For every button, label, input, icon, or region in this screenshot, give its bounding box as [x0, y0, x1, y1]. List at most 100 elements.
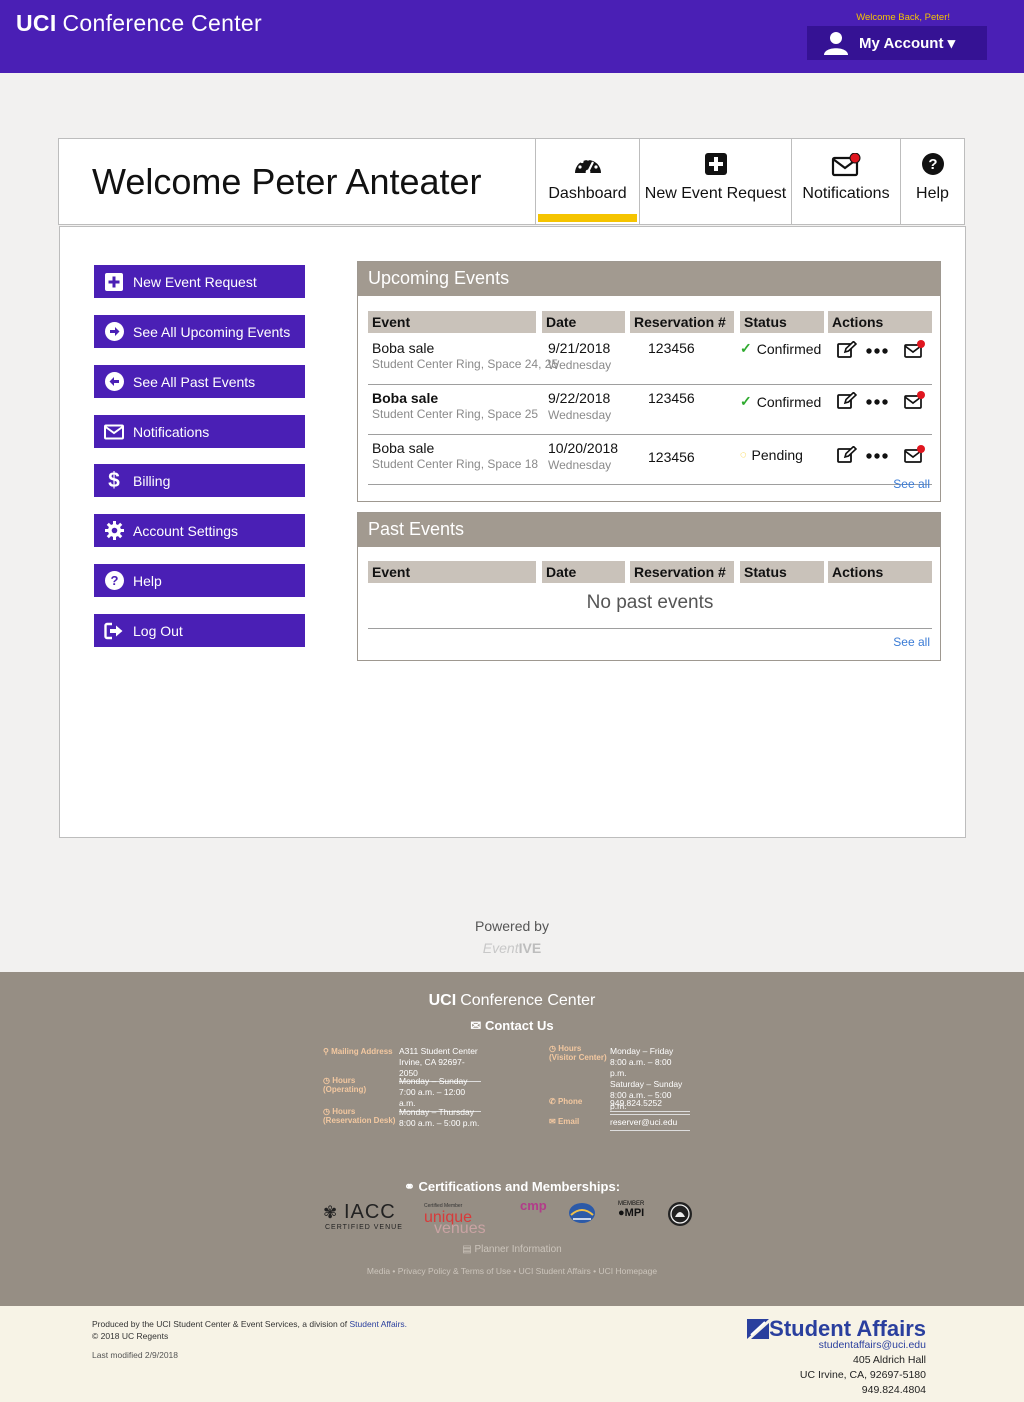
- table-row[interactable]: Boba sale Student Center Ring, Space 18 …: [368, 435, 932, 485]
- reservation-number: 123456: [648, 390, 695, 406]
- tab-dashboard[interactable]: Dashboard: [535, 139, 639, 224]
- column-header-event: Event: [368, 561, 536, 583]
- hours-operating-label: ◷ Hours (Operating): [323, 1076, 366, 1094]
- mailing-address-label: ⚲ Mailing Address: [323, 1047, 393, 1056]
- table-row[interactable]: Boba sale Student Center Ring, Space 24,…: [368, 335, 932, 385]
- more-options-icon[interactable]: [866, 348, 888, 354]
- eventive-logo[interactable]: EventIVE: [0, 940, 1024, 956]
- hours-line: 7:00 a.m. – 12:00 a.m.: [399, 1087, 466, 1108]
- page-title: Welcome Peter Anteater: [92, 161, 482, 202]
- message-notification-icon[interactable]: [904, 340, 926, 358]
- sidebar-item-see-past[interactable]: See All Past Events: [94, 365, 305, 398]
- tab-new-event-label: New Event Request: [644, 185, 787, 202]
- iacc-logo[interactable]: ✾ IACC CERTIFIED VENUE: [323, 1201, 403, 1231]
- venues-text: venues: [434, 1220, 486, 1237]
- sidebar-item-log-out[interactable]: Log Out: [94, 614, 305, 647]
- hours-line: 8:00 a.m. – 8:00 p.m.: [610, 1057, 672, 1078]
- column-header-reservation: Reservation #: [630, 561, 734, 583]
- edit-icon[interactable]: [837, 392, 857, 410]
- status-text: Confirmed: [756, 340, 822, 357]
- mpi-globe-icon: ●: [618, 1207, 625, 1219]
- phone-label: ✆ Phone: [549, 1097, 582, 1106]
- edit-icon[interactable]: [837, 446, 857, 464]
- usgbc-seal-logo[interactable]: [667, 1201, 693, 1230]
- student-affairs-email[interactable]: studentaffairs@uci.edu: [800, 1338, 926, 1353]
- column-header-actions: Actions: [828, 311, 932, 333]
- sidebar-item-label: Notifications: [133, 423, 210, 440]
- hours-line: Monday – Thursday: [399, 1107, 474, 1117]
- event-date: 9/22/2018: [548, 390, 611, 406]
- email-label-text: Email: [557, 1117, 580, 1126]
- sidebar-item-help[interactable]: ? Help: [94, 564, 305, 597]
- arrow-right-circle-icon: [104, 322, 124, 342]
- contact-us-label: Contact Us: [484, 1018, 554, 1033]
- phone-icon: ✆: [549, 1097, 558, 1106]
- clock-icon: ◷: [323, 1107, 333, 1116]
- sidebar-item-account-settings[interactable]: Account Settings: [94, 514, 305, 547]
- upcoming-see-all-link[interactable]: See all: [893, 477, 930, 491]
- hours-line: Monday – Sunday: [399, 1076, 468, 1086]
- sidebar-item-billing[interactable]: $ Billing: [94, 464, 305, 497]
- brand-logo[interactable]: UCI Conference Center: [16, 10, 262, 37]
- sidebar-item-new-event-request[interactable]: New Event Request: [94, 265, 305, 298]
- tab-help[interactable]: ? Help: [900, 139, 964, 224]
- phone-value[interactable]: 949.824.5252: [610, 1098, 690, 1112]
- dashboard-panel: New Event Request See All Upcoming Event…: [59, 226, 966, 838]
- book-icon: ▤: [462, 1244, 475, 1255]
- welcome-back-text: Welcome Back, Peter!: [856, 12, 950, 23]
- top-header: UCI Conference Center Welcome Back, Peter…: [0, 0, 1024, 73]
- more-options-icon[interactable]: [866, 453, 888, 459]
- planner-information-label: Planner Information: [474, 1244, 562, 1255]
- student-affairs-contact: studentaffairs@uci.edu 405 Aldrich Hall …: [800, 1338, 926, 1398]
- footer-links[interactable]: Media • Privacy Policy & Terms of Use • …: [0, 1266, 1024, 1276]
- more-options-icon[interactable]: [866, 399, 888, 405]
- table-row[interactable]: Boba sale Student Center Ring, Space 25 …: [368, 385, 932, 435]
- iacc-subtext: CERTIFIED VENUE: [325, 1224, 403, 1231]
- table-header-row: Event Date Reservation # Status Actions: [368, 311, 932, 333]
- plus-square-icon: [704, 153, 727, 175]
- sidebar-item-label: New Event Request: [133, 273, 257, 290]
- question-circle-icon: ?: [921, 153, 944, 175]
- envelope-icon: [104, 422, 124, 442]
- handshake-icon: ⚭: [403, 1179, 419, 1194]
- unique-venues-logo[interactable]: Certified Member unique venues: [424, 1201, 486, 1237]
- phone-label-text: Phone: [557, 1097, 583, 1106]
- certifications-label: Certifications and Memberships:: [418, 1179, 621, 1194]
- envelope-icon: ✉: [549, 1117, 558, 1126]
- past-events-table: Event Date Reservation # Status Actions …: [368, 561, 932, 629]
- reservation-number: 123456: [648, 449, 695, 465]
- arrow-left-circle-icon: [104, 372, 124, 392]
- message-notification-icon[interactable]: [904, 391, 926, 409]
- student-affairs-link[interactable]: Student Affairs.: [350, 1319, 408, 1329]
- tab-notifications[interactable]: Notifications: [791, 139, 900, 224]
- hours-reservation-label: ◷ Hours (Reservation Desk): [323, 1107, 395, 1125]
- sidebar-item-see-upcoming[interactable]: See All Upcoming Events: [94, 315, 305, 348]
- event-location: Student Center Ring, Space 24, 25: [372, 357, 559, 371]
- planner-information-link[interactable]: ▤ Planner Information: [0, 1244, 1024, 1255]
- tab-new-event-request[interactable]: New Event Request: [639, 139, 791, 224]
- hours-label-sub: (Visitor Center): [549, 1053, 607, 1062]
- cmp-logo[interactable]: cmp: [520, 1198, 547, 1213]
- hours-line: Monday – Friday: [610, 1046, 674, 1056]
- past-see-all-link[interactable]: See all: [893, 635, 930, 649]
- status-badge: ✓ Confirmed: [740, 340, 821, 357]
- cvb-circle-logo[interactable]: [568, 1201, 596, 1228]
- message-notification-icon[interactable]: [904, 445, 926, 463]
- sidebar-item-label: Billing: [133, 472, 171, 489]
- status-badge: ✓ Confirmed: [740, 393, 821, 410]
- mpi-logo[interactable]: MEMBER ●MPI: [618, 1200, 644, 1219]
- past-events-title: Past Events: [358, 513, 940, 547]
- edit-icon[interactable]: [837, 341, 857, 359]
- student-affairs-phone: 949.824.4804: [861, 1384, 926, 1396]
- brand-name: Conference Center: [62, 10, 262, 36]
- status-text: Confirmed: [756, 393, 822, 410]
- event-date: 10/20/2018: [548, 440, 619, 456]
- email-value[interactable]: reserver@uci.edu: [610, 1117, 690, 1131]
- email-label: ✉ Email: [549, 1117, 579, 1126]
- hours-reservation-value: Monday – Thursday 8:00 a.m. – 5:00 p.m.: [399, 1107, 481, 1131]
- question-circle-icon: ?: [104, 571, 124, 591]
- copyright-text: © 2018 UC Regents: [92, 1331, 169, 1341]
- my-account-button[interactable]: My Account ▾: [807, 26, 987, 60]
- sidebar-item-notifications[interactable]: Notifications: [94, 415, 305, 448]
- bottom-bar: Produced by the UCI Student Center & Eve…: [0, 1306, 1024, 1402]
